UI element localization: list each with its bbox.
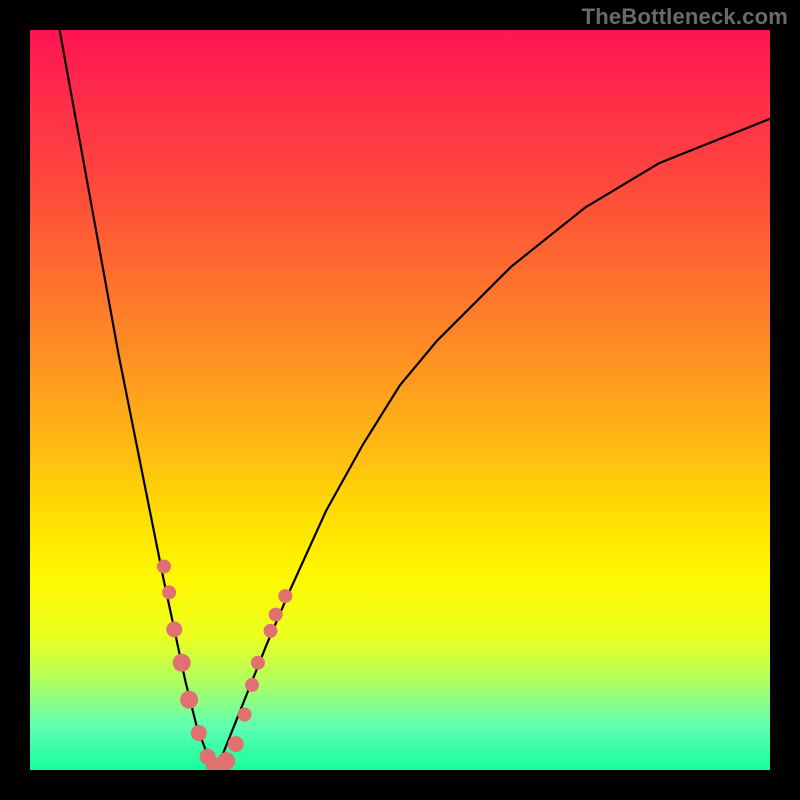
curve-marker-2 — [166, 621, 182, 637]
curve-right-branch — [215, 119, 770, 770]
watermark-text: TheBottleneck.com — [582, 4, 788, 30]
curve-left-branch — [60, 30, 215, 770]
curve-marker-10 — [238, 708, 252, 722]
chart-plot-area — [30, 30, 770, 770]
curve-marker-9 — [228, 736, 244, 752]
curve-marker-5 — [191, 725, 207, 741]
curve-markers — [157, 560, 292, 771]
curve-marker-11 — [245, 678, 259, 692]
chart-svg — [30, 30, 770, 770]
curve-marker-1 — [162, 585, 176, 599]
curve-marker-13 — [264, 624, 278, 638]
curve-marker-3 — [173, 654, 191, 672]
curve-marker-8 — [217, 752, 235, 770]
curve-marker-14 — [269, 608, 283, 622]
curve-marker-0 — [157, 560, 171, 574]
curve-marker-15 — [278, 589, 292, 603]
curve-marker-4 — [180, 691, 198, 709]
curve-marker-12 — [251, 656, 265, 670]
chart-frame: TheBottleneck.com — [0, 0, 800, 800]
